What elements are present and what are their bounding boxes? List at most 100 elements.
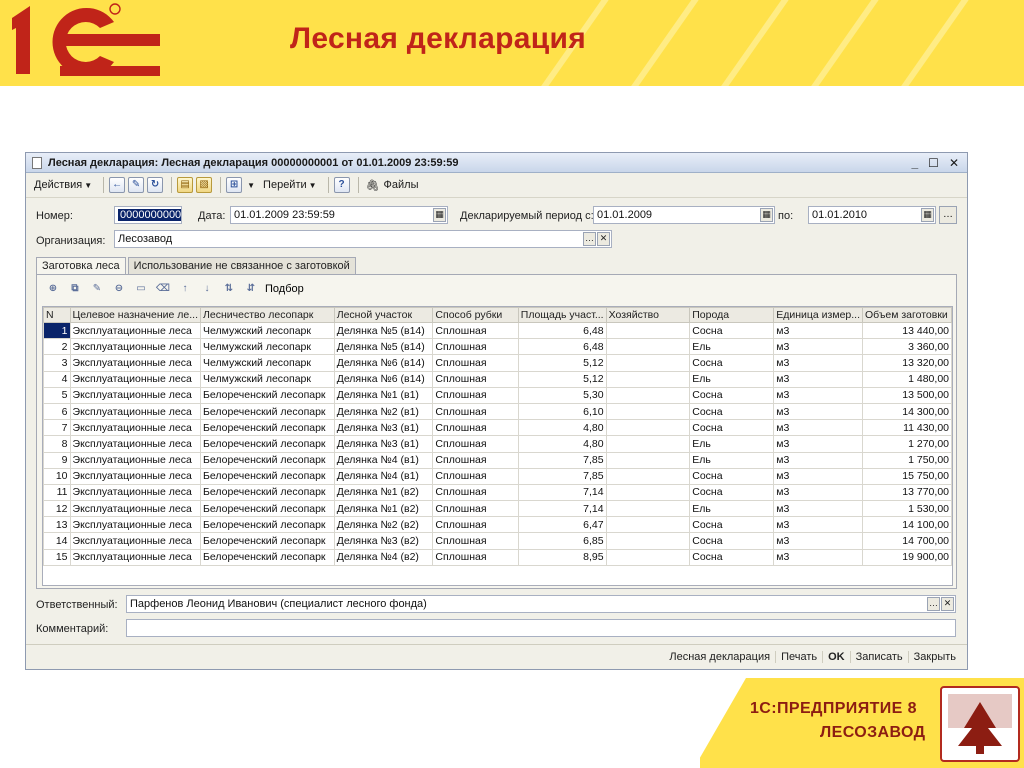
table-cell[interactable]: Эксплуатационные леса [69, 321, 202, 340]
table-cell[interactable]: Ель [689, 370, 775, 388]
files-button[interactable]: 🖇 Файлы [364, 176, 421, 194]
period-to-field[interactable]: 01.01.2010 ▦ [808, 206, 936, 224]
table-cell[interactable]: Челмужский лесопарк [200, 338, 335, 356]
table-cell[interactable] [605, 370, 691, 388]
table-cell[interactable]: 12 [43, 500, 71, 518]
save-button[interactable]: Записать [851, 651, 909, 663]
table-row[interactable]: 7 Эксплуатационные леса Белореченский лесо… [43, 419, 952, 437]
minimize-icon[interactable]: _ [911, 156, 918, 170]
table-cell[interactable]: 8,95 [517, 548, 607, 566]
table-cell[interactable] [605, 467, 691, 485]
column-header[interactable]: Порода [689, 307, 775, 323]
table-cell[interactable]: Сплошная [432, 370, 519, 388]
refresh-icon[interactable]: ↻ [147, 177, 164, 193]
table-cell[interactable]: Делянка №5 (в14) [333, 338, 434, 356]
move-up-icon[interactable]: ↑ [177, 282, 193, 296]
column-header[interactable]: Объем заготовки [862, 307, 952, 323]
number-field[interactable]: 00000000001 [114, 206, 182, 224]
table-cell[interactable]: 7,85 [517, 467, 607, 485]
table-cell[interactable] [605, 435, 691, 453]
table-cell[interactable]: 14 100,00 [862, 516, 952, 534]
table-cell[interactable]: Сплошная [432, 483, 519, 502]
help-icon[interactable]: ? [333, 177, 350, 193]
table-cell[interactable]: Сосна [689, 354, 775, 372]
column-header[interactable]: Лесной участок [333, 307, 434, 323]
table-cell[interactable]: 15 750,00 [862, 467, 952, 485]
table-cell[interactable]: 6,48 [517, 338, 607, 356]
table-cell[interactable]: 1 [43, 321, 71, 340]
goto-menu[interactable]: Перейти ▼ [261, 176, 319, 194]
close-icon[interactable]: ✕ [949, 156, 959, 170]
table-cell[interactable]: м3 [773, 451, 863, 469]
table-cell[interactable] [605, 402, 691, 421]
table-row[interactable]: 11 Эксплуатационные леса Белореченский лес… [43, 483, 952, 502]
calendar-icon[interactable]: ▦ [433, 208, 446, 222]
table-cell[interactable]: Ель [689, 338, 775, 356]
table-cell[interactable]: Сосна [689, 483, 775, 502]
table-cell[interactable]: 10 [43, 467, 71, 485]
table-cell[interactable]: Ель [689, 500, 775, 518]
unpost-document-icon[interactable]: ▧ [196, 177, 213, 193]
comment-field[interactable] [126, 619, 956, 637]
table-cell[interactable]: Эксплуатационные леса [69, 386, 202, 404]
table-cell[interactable]: Делянка №6 (в14) [333, 354, 434, 372]
table-cell[interactable]: Делянка №3 (в1) [333, 419, 434, 437]
table-cell[interactable]: Белореченский лесопарк [200, 402, 335, 421]
table-cell[interactable]: м3 [773, 483, 863, 502]
table-cell[interactable]: Сплошная [432, 386, 519, 404]
table-cell[interactable]: 6,85 [517, 532, 607, 550]
table-cell[interactable] [605, 321, 691, 340]
table-cell[interactable]: 1 480,00 [862, 370, 952, 388]
table-row[interactable]: 2 Эксплуатационные леса Челмужский лесопар… [43, 338, 952, 356]
table-cell[interactable]: м3 [773, 548, 863, 566]
ellipsis-icon[interactable]: … [583, 232, 596, 246]
table-cell[interactable]: 1 270,00 [862, 435, 952, 453]
select-button[interactable]: Подбор [265, 283, 304, 295]
column-header[interactable]: N [43, 307, 71, 323]
table-cell[interactable]: 7,85 [517, 451, 607, 469]
date-field[interactable]: 01.01.2009 23:59:59 ▦ [230, 206, 448, 224]
table-cell[interactable]: Сосна [689, 467, 775, 485]
table-cell[interactable]: Сплошная [432, 500, 519, 518]
table-cell[interactable]: Эксплуатационные леса [69, 338, 202, 356]
table-cell[interactable]: Делянка №3 (в1) [333, 435, 434, 453]
table-cell[interactable] [605, 419, 691, 437]
table-cell[interactable]: м3 [773, 435, 863, 453]
table-cell[interactable]: 6,48 [517, 321, 607, 340]
edit-icon[interactable]: ✎ [128, 177, 145, 193]
table-cell[interactable]: м3 [773, 354, 863, 372]
table-cell[interactable]: Делянка №1 (в2) [333, 500, 434, 518]
close-button[interactable]: Закрыть [909, 651, 961, 663]
table-cell[interactable]: Эксплуатационные леса [69, 516, 202, 534]
table-cell[interactable] [605, 516, 691, 534]
tab-non-harvesting[interactable]: Использование не связанное с заготовкой [127, 257, 356, 275]
table-cell[interactable] [605, 338, 691, 356]
table-cell[interactable]: Сплошная [432, 548, 519, 566]
table-cell[interactable]: 6,10 [517, 402, 607, 421]
table-cell[interactable]: 8 [43, 435, 71, 453]
responsible-field[interactable]: Парфенов Леонид Иванович (специалист лес… [126, 595, 956, 613]
table-cell[interactable]: м3 [773, 338, 863, 356]
table-cell[interactable]: Сплошная [432, 354, 519, 372]
tab-harvesting[interactable]: Заготовка леса [36, 257, 126, 275]
table-cell[interactable]: м3 [773, 500, 863, 518]
table-cell[interactable]: 4 [43, 370, 71, 388]
table-cell[interactable]: м3 [773, 321, 863, 340]
ellipsis-icon[interactable]: … [927, 597, 940, 611]
print-button[interactable]: Печать [776, 651, 824, 663]
table-cell[interactable]: Сплошная [432, 451, 519, 469]
end-edit-icon[interactable]: ▭ [133, 282, 149, 296]
table-cell[interactable]: Сплошная [432, 338, 519, 356]
table-cell[interactable]: Эксплуатационные леса [69, 419, 202, 437]
organization-field[interactable]: Лесозавод … ✕ [114, 230, 612, 248]
table-cell[interactable]: м3 [773, 386, 863, 404]
table-cell[interactable]: 19 900,00 [862, 548, 952, 566]
table-cell[interactable]: 14 [43, 532, 71, 550]
table-cell[interactable]: м3 [773, 402, 863, 421]
table-cell[interactable]: Челмужский лесопарк [200, 370, 335, 388]
table-cell[interactable]: Ель [689, 451, 775, 469]
table-cell[interactable] [605, 532, 691, 550]
table-cell[interactable]: 13 440,00 [862, 321, 952, 340]
maximize-icon[interactable]: ☐ [928, 156, 939, 170]
table-cell[interactable]: Сосна [689, 386, 775, 404]
